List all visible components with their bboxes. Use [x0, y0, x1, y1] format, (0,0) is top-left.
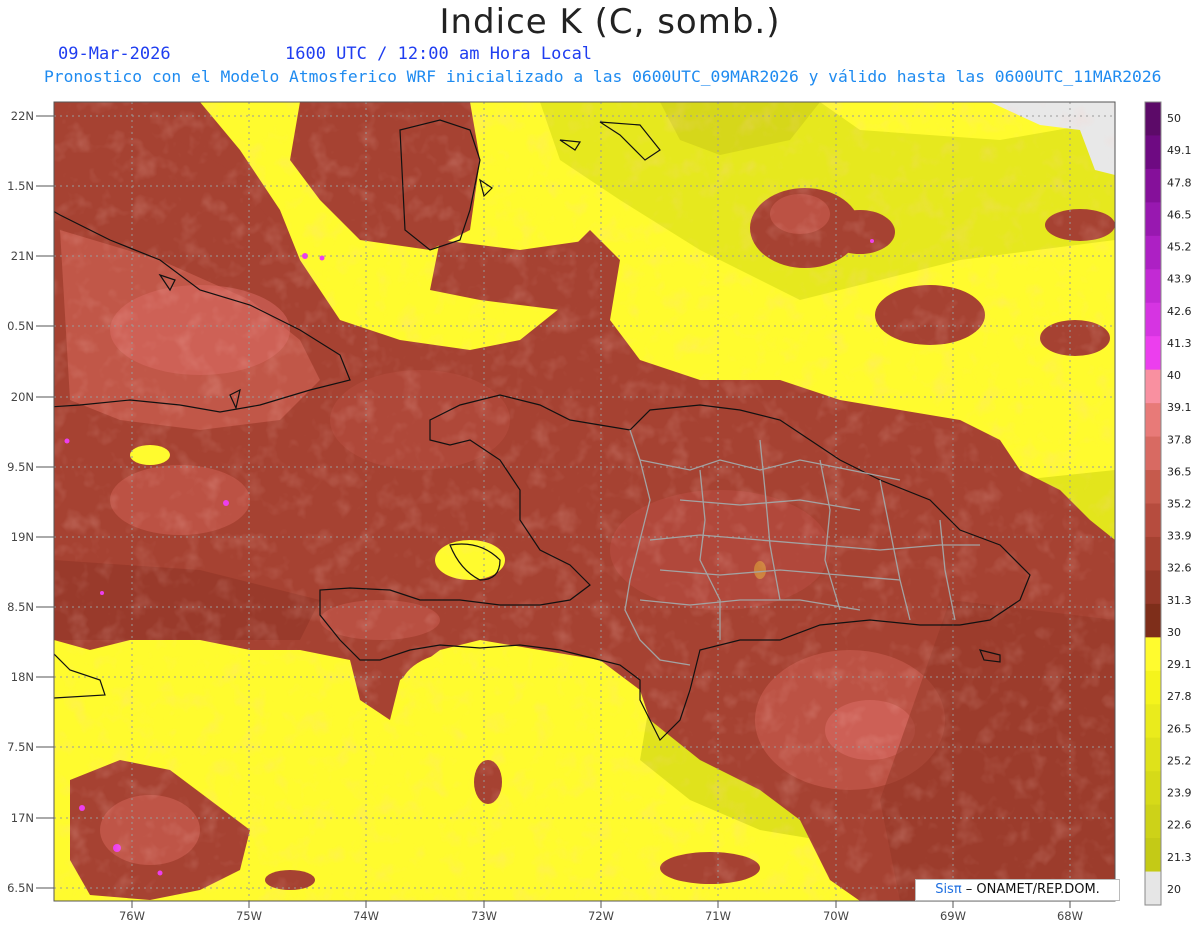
colorbar-label: 33.9 [1167, 530, 1192, 543]
colorbar-label: 21.3 [1167, 851, 1192, 864]
colorbar-swatch [1145, 436, 1161, 471]
credit-separator: – [961, 882, 977, 897]
lat-label: 9.5N [7, 460, 34, 474]
lon-label: 71W [705, 909, 731, 923]
lat-label: 19N [11, 530, 34, 544]
lon-label: 76W [119, 909, 145, 923]
colorbar-label: 29.1 [1167, 658, 1192, 671]
colorbar-swatch [1145, 102, 1161, 136]
k-index-field [54, 102, 1115, 901]
colorbar-label: 25.2 [1167, 754, 1192, 767]
colorbar-swatch [1145, 135, 1161, 170]
colorbar: 50 49.1 47.8 46.5 45.2 43.9 42.6 41.3 40 39.1 37.8… [1144, 101, 1192, 906]
lat-label: 20N [11, 390, 34, 404]
colorbar-swatch [1145, 637, 1161, 672]
colorbar-swatch [1145, 804, 1161, 839]
lon-label: 73W [471, 909, 497, 923]
colorbar-swatch [1145, 771, 1161, 806]
credit-box: Sisπ – ONAMET/REP.DOM. [915, 879, 1120, 901]
colorbar-label: 43.9 [1167, 273, 1192, 286]
k-index-map: 22N 1.5N 21N 0.5N 20N 9.5N 19N 8.5N 18N … [7, 101, 1192, 923]
colorbar-swatch [1145, 704, 1161, 739]
colorbar-swatch [1145, 838, 1161, 873]
colorbar-label: 41.3 [1167, 337, 1192, 350]
colorbar-swatch [1145, 202, 1161, 237]
colorbar-label: 31.3 [1167, 594, 1192, 607]
lon-label: 75W [236, 909, 262, 923]
lat-label: 0.5N [7, 319, 34, 333]
colorbar-swatch [1145, 403, 1161, 438]
lat-label: 1.5N [7, 179, 34, 193]
colorbar-swatch [1145, 336, 1161, 371]
colorbar-label: 49.1 [1167, 144, 1192, 157]
colorbar-label: 20 [1167, 883, 1181, 896]
colorbar-swatch [1145, 670, 1161, 705]
colorbar-label: 47.8 [1167, 176, 1192, 189]
lon-label: 72W [588, 909, 614, 923]
colorbar-label: 46.5 [1167, 208, 1192, 221]
colorbar-swatch [1145, 570, 1161, 605]
colorbar-swatch [1145, 369, 1161, 404]
colorbar-label: 37.8 [1167, 433, 1192, 446]
colorbar-label: 42.6 [1167, 305, 1192, 318]
lon-label: 74W [353, 909, 379, 923]
colorbar-label: 45.2 [1167, 241, 1192, 254]
lon-label: 70W [823, 909, 849, 923]
lat-label: 18N [11, 670, 34, 684]
colorbar-label: 26.5 [1167, 722, 1192, 735]
colorbar-swatch [1145, 503, 1161, 538]
colorbar-swatch [1145, 235, 1161, 270]
lon-label: 68W [1057, 909, 1083, 923]
colorbar-label: 32.6 [1167, 562, 1192, 575]
colorbar-label: 39.1 [1167, 401, 1192, 414]
lat-label: 17N [11, 811, 34, 825]
credit-brand: Sisπ [935, 882, 962, 897]
credit-org: ONAMET/REP.DOM. [976, 882, 1100, 897]
colorbar-swatch [1145, 536, 1161, 571]
colorbar-swatch [1145, 737, 1161, 772]
colorbar-label: 27.8 [1167, 690, 1192, 703]
colorbar-label: 40 [1167, 369, 1181, 382]
colorbar-label: 35.2 [1167, 498, 1192, 511]
colorbar-label: 23.9 [1167, 787, 1192, 800]
colorbar-label: 30 [1167, 626, 1181, 639]
lat-label: 6.5N [7, 881, 34, 895]
colorbar-swatch [1145, 269, 1161, 304]
lat-label: 22N [11, 109, 34, 123]
colorbar-label: 22.6 [1167, 819, 1192, 832]
colorbar-swatch [1145, 871, 1161, 906]
colorbar-swatch [1145, 603, 1161, 638]
colorbar-swatch [1145, 168, 1161, 203]
lat-label: 8.5N [7, 600, 34, 614]
colorbar-label: 50 [1167, 112, 1181, 125]
lat-label: 21N [11, 249, 34, 263]
colorbar-label: 36.5 [1167, 465, 1192, 478]
colorbar-swatch [1145, 302, 1161, 337]
lon-label: 69W [940, 909, 966, 923]
colorbar-swatch [1145, 470, 1161, 504]
lat-label: 7.5N [7, 740, 34, 754]
